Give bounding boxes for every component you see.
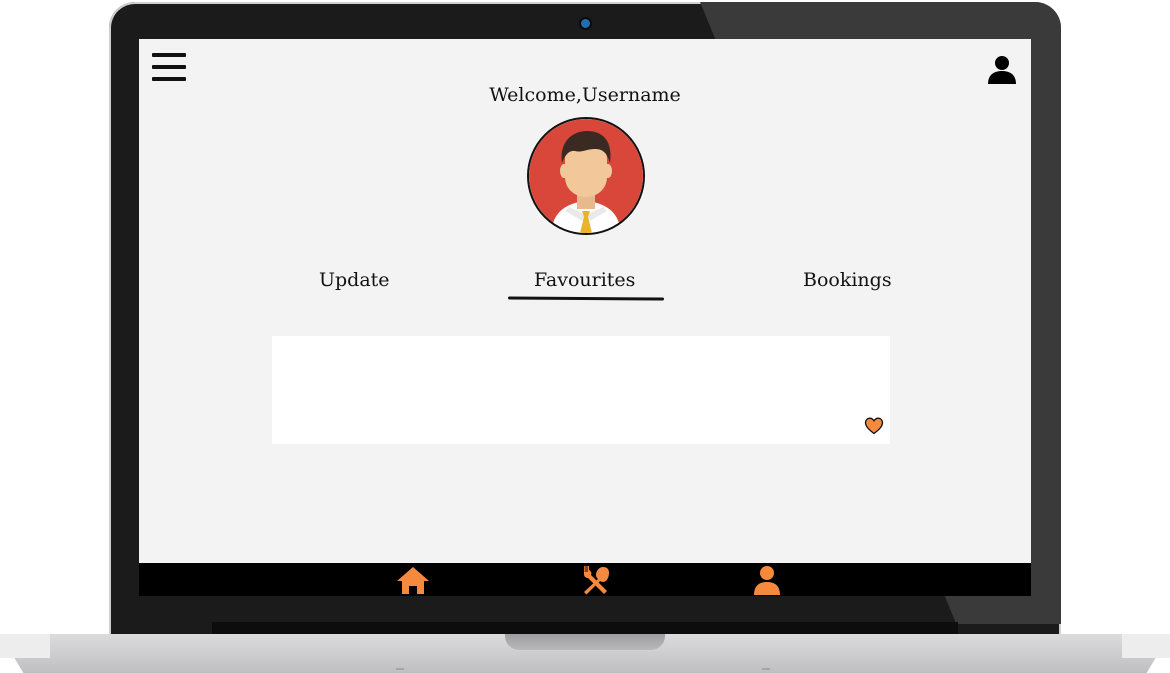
laptop-notch bbox=[505, 634, 665, 650]
webcam-icon bbox=[581, 19, 590, 28]
welcome-heading: Welcome,Username bbox=[489, 84, 681, 106]
user-profile-icon[interactable] bbox=[987, 55, 1017, 85]
avatar[interactable] bbox=[527, 117, 645, 235]
tab-bookings[interactable]: Bookings bbox=[803, 269, 892, 291]
laptop-base-right bbox=[1122, 634, 1170, 658]
app-screen: Welcome,Username Update Favourites Booki… bbox=[139, 39, 1031, 596]
bottom-navigation bbox=[139, 563, 1031, 596]
laptop-foot bbox=[396, 668, 404, 670]
favourite-card[interactable] bbox=[272, 336, 890, 444]
tab-favourites[interactable]: Favourites bbox=[534, 269, 635, 291]
home-icon[interactable] bbox=[396, 565, 430, 595]
tab-update[interactable]: Update bbox=[319, 269, 390, 291]
active-tab-indicator bbox=[507, 296, 665, 301]
hamburger-menu-icon[interactable] bbox=[152, 53, 186, 83]
person-icon[interactable] bbox=[753, 565, 781, 595]
heart-icon[interactable] bbox=[864, 416, 884, 436]
laptop-base-left bbox=[0, 634, 50, 658]
utensils-icon[interactable] bbox=[580, 565, 610, 595]
laptop-foot bbox=[762, 668, 770, 670]
